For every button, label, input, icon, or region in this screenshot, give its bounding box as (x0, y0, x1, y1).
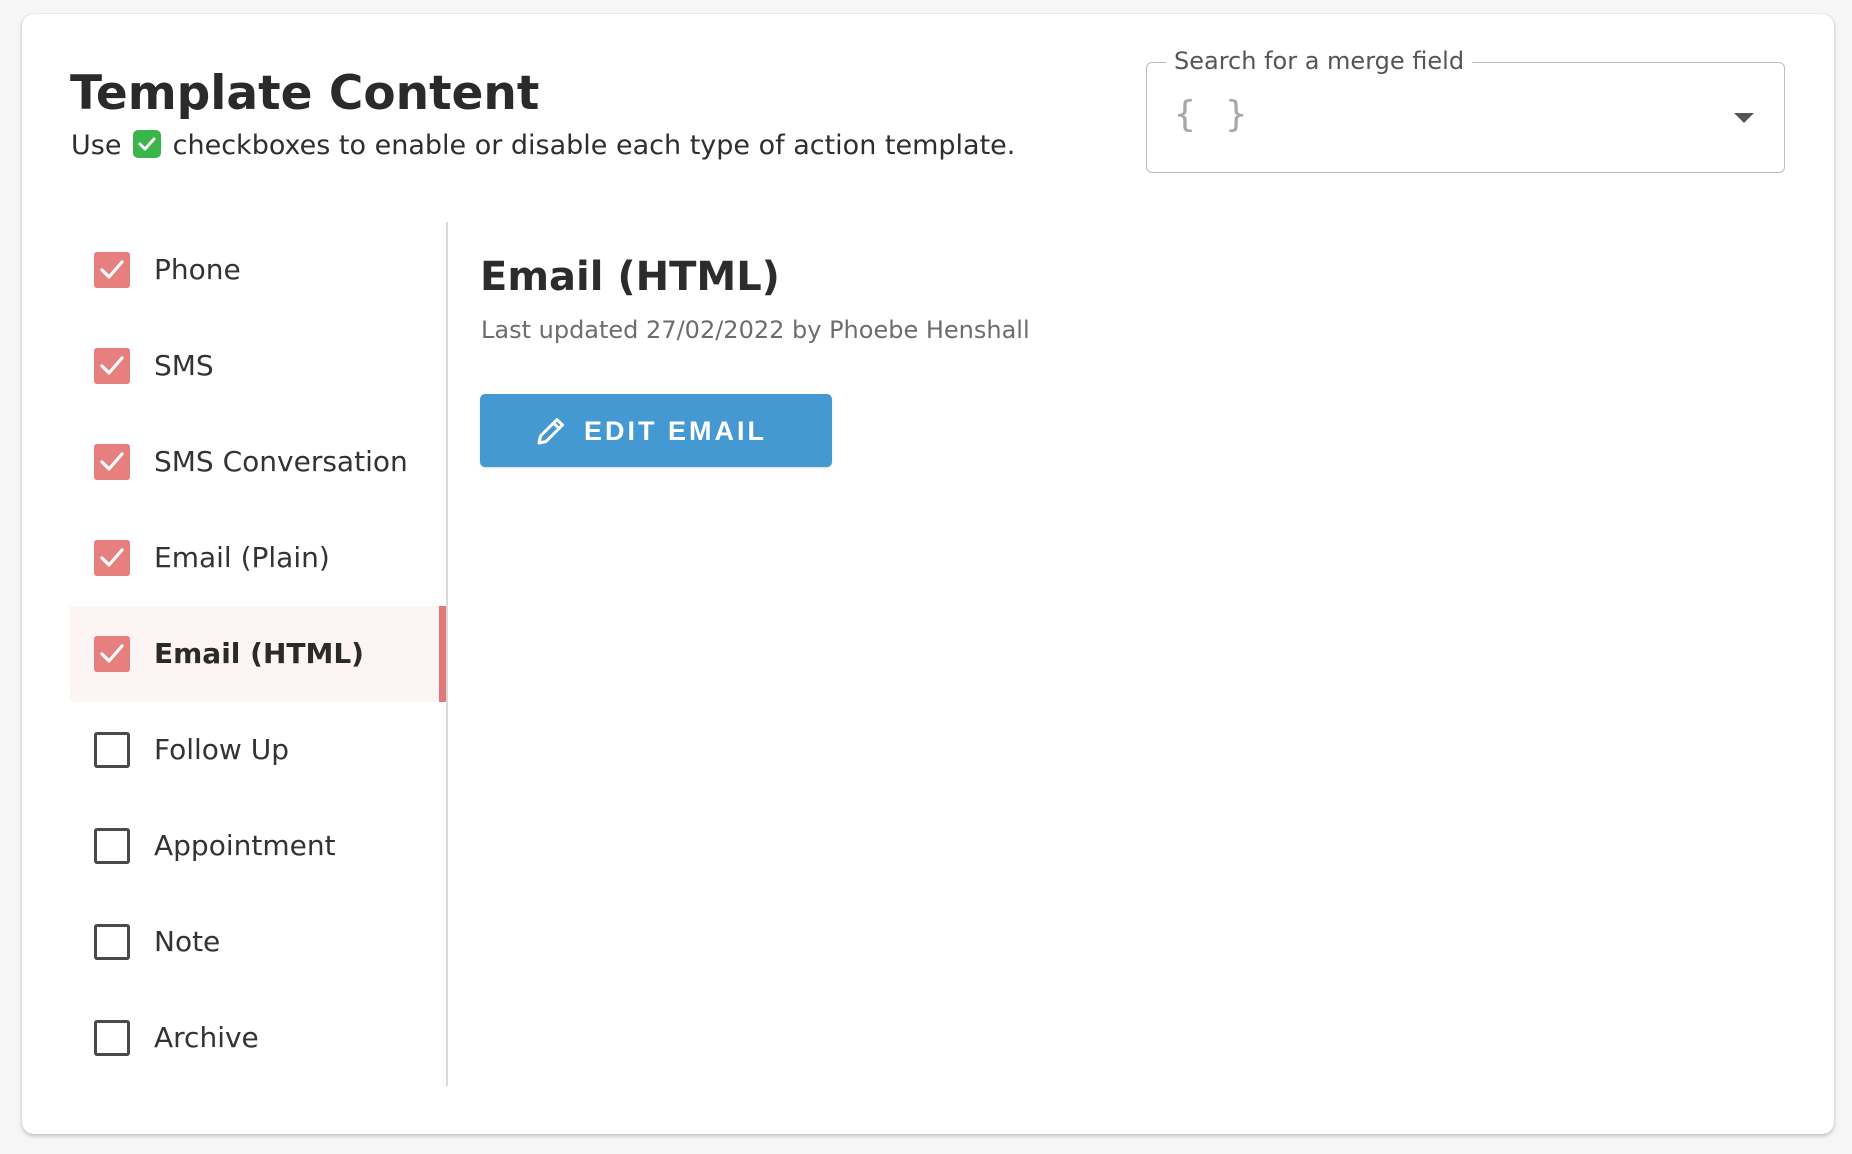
checkbox-unchecked[interactable] (94, 1020, 130, 1056)
merge-field-label: Search for a merge field (1166, 46, 1473, 76)
page-subtitle: Use checkboxes to enable or disable each… (71, 128, 1015, 164)
last-updated-text: Last updated 27/02/2022 by Phoebe Hensha… (481, 316, 1030, 344)
subtitle-suffix: checkboxes to enable or disable each typ… (172, 130, 1016, 161)
checkbox-checked[interactable] (94, 636, 130, 672)
sidebar-item-label: Archive (154, 1021, 259, 1054)
sidebar-item-phone[interactable]: Phone (70, 222, 447, 318)
sidebar-item-label: Note (154, 925, 221, 958)
pencil-icon (532, 412, 570, 453)
checkbox-unchecked[interactable] (94, 924, 130, 960)
content-title: Email (HTML) (480, 254, 780, 300)
checkbox-unchecked[interactable] (94, 732, 130, 768)
sidebar-item-sms-conversation[interactable]: SMS Conversation (70, 414, 447, 510)
checkbox-unchecked[interactable] (94, 828, 130, 864)
sidebar-item-appointment[interactable]: Appointment (70, 798, 447, 894)
page-title: Template Content (70, 66, 540, 121)
sidebar-item-follow-up[interactable]: Follow Up (70, 702, 447, 798)
template-type-sidebar: Phone SMS SMS Conversation Email (Plain)… (70, 222, 447, 1086)
sidebar-item-email-plain[interactable]: Email (Plain) (70, 510, 447, 606)
sidebar-item-label: SMS (154, 349, 214, 382)
subtitle-prefix: Use (71, 130, 122, 161)
sidebar-item-note[interactable]: Note (70, 894, 447, 990)
sidebar-item-label: Follow Up (154, 733, 289, 766)
sidebar-item-label: Email (Plain) (154, 541, 330, 574)
sidebar-item-label: Email (HTML) (154, 637, 364, 670)
checkbox-checked[interactable] (94, 444, 130, 480)
braces-icon: { } (1174, 94, 1252, 135)
sidebar-item-email-html[interactable]: Email (HTML) (70, 606, 447, 702)
checkbox-checked[interactable] (94, 540, 130, 576)
sidebar-item-label: SMS Conversation (154, 445, 408, 478)
sidebar-divider (446, 222, 448, 1086)
sidebar-item-label: Phone (154, 253, 241, 286)
edit-email-button[interactable]: EDIT EMAIL (480, 394, 832, 467)
checkbox-checked[interactable] (94, 348, 130, 384)
edit-email-label: EDIT EMAIL (584, 416, 767, 446)
sidebar-item-archive[interactable]: Archive (70, 990, 447, 1086)
check-mark-icon (133, 130, 162, 158)
checkbox-checked[interactable] (94, 252, 130, 288)
sidebar-item-sms[interactable]: SMS (70, 318, 447, 414)
dropdown-caret-icon[interactable] (1734, 113, 1754, 123)
sidebar-item-label: Appointment (154, 829, 336, 862)
